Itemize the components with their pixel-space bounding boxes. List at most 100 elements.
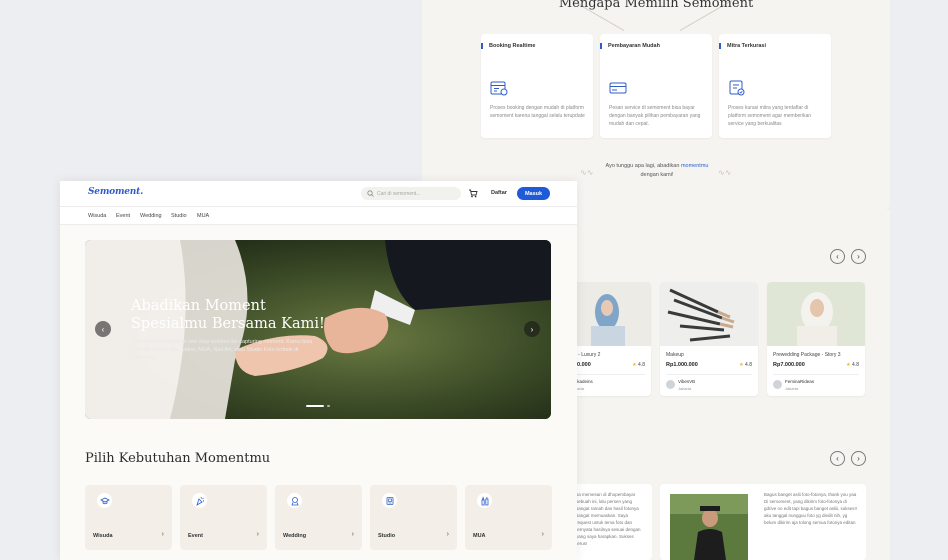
why-card-title: Mitra Terkurasi: [719, 43, 766, 49]
product-rating: ★ 4.8: [846, 362, 859, 368]
product-image: [660, 282, 758, 346]
cta-prefix: Ayo tunggu apa lagi, abadikan: [605, 163, 681, 169]
products-next-button[interactable]: ›: [851, 249, 866, 264]
testimonial-photo: [670, 494, 748, 560]
chevron-right-icon: ›: [256, 531, 259, 538]
category-card-event[interactable]: Event ›: [180, 485, 267, 550]
why-card-desc: Proses booking dengan mudah di platform …: [490, 105, 585, 119]
avatar: [773, 380, 782, 389]
why-card-desc: Proses kurasi mitra yang terdaftar di pl…: [728, 105, 812, 127]
vendor-location: Jakarta: [785, 386, 799, 391]
category-label: Event: [188, 533, 203, 539]
product-name: Prewedding Package - Story 3: [773, 352, 841, 358]
product-price: Rp7.000.000: [773, 362, 805, 368]
product-price: Rp1.000.000: [666, 362, 698, 368]
chevron-right-icon: ›: [857, 252, 860, 261]
nav-item-event[interactable]: Event: [116, 213, 130, 219]
vendor-name: VibesVB: [678, 379, 696, 384]
calendar-icon: [490, 81, 508, 96]
why-card-payment: Pembayaran Mudah Pesan service di semome…: [600, 34, 712, 138]
category-card-wedding[interactable]: Wedding ›: [275, 485, 362, 550]
chevron-right-icon: ›: [161, 531, 164, 538]
search-input[interactable]: Cari di semoment...: [361, 187, 461, 200]
category-nav: Wisuda Event Wedding Studio MUA: [60, 207, 577, 225]
category-card-studio[interactable]: Studio ›: [370, 485, 457, 550]
chevron-right-icon: ›: [351, 531, 354, 538]
hero-next-button[interactable]: ›: [524, 321, 540, 337]
verified-icon: [729, 80, 745, 96]
chevron-right-icon: ›: [857, 454, 860, 463]
cart-icon[interactable]: [468, 188, 478, 198]
product-card[interactable]: Makeup Rp1.000.000 ★ 4.8 VibesVB Jakarta: [660, 282, 758, 396]
wave-decor: ∿∿: [718, 168, 732, 177]
product-image: [767, 282, 865, 346]
why-section: Mengapa Memilih Semoment Booking Realtim…: [422, 0, 890, 210]
carousel-dot-active[interactable]: [306, 405, 324, 407]
vendor-location: Jakarta: [678, 386, 692, 391]
testimonial-text: Bagus banget aslii foto-fotonya, thank y…: [764, 492, 858, 525]
why-card-title: Pembayaran Mudah: [600, 43, 660, 49]
category-label: MUA: [473, 533, 486, 539]
avatar: [666, 380, 675, 389]
testimonial-card: Bagus banget aslii foto-fotonya, thank y…: [660, 484, 866, 560]
product-rating: ★ 4.8: [739, 362, 752, 368]
hero-title-line1: Abadikan Moment: [131, 298, 266, 314]
star-icon: ★: [846, 362, 851, 368]
login-button[interactable]: Masuk: [517, 187, 550, 200]
product-rating: ★ 4.8: [632, 362, 645, 368]
category-card-mua[interactable]: MUA ›: [465, 485, 552, 550]
hero-banner: Abadikan Moment Spesialmu Bersama Kami! …: [85, 240, 551, 419]
chevron-left-icon: ‹: [101, 324, 105, 334]
nav-item-mua[interactable]: MUA: [197, 213, 209, 219]
cta-text: Ayo tunggu apa lagi, abadikan momentmu d…: [572, 162, 742, 180]
testimonials-next-button[interactable]: ›: [851, 451, 866, 466]
divider: [666, 374, 752, 375]
category-label: Wedding: [283, 533, 307, 539]
rings-icon: [287, 493, 302, 508]
carousel-dot[interactable]: [327, 405, 330, 407]
register-link[interactable]: Daftar: [491, 190, 507, 196]
star-icon: ★: [739, 362, 744, 368]
nav-item-wisuda[interactable]: Wisuda: [88, 213, 106, 219]
testimonial-text: sa memesan di dhopembayar sebuah ini, la…: [576, 492, 641, 546]
why-title: Mengapa Memilih Semoment: [558, 0, 754, 11]
divider: [773, 374, 859, 375]
camera-icon: [382, 493, 397, 508]
nav-item-wedding[interactable]: Wedding: [140, 213, 162, 219]
why-card-booking: Booking Realtime Proses booking dengan m…: [481, 34, 593, 138]
rating-value: 4.8: [852, 362, 859, 368]
chevron-right-icon: ›: [541, 531, 544, 538]
why-card-verified: Mitra Terkurasi Proses kurasi mitra yang…: [719, 34, 831, 138]
makeup-icon: [477, 493, 492, 508]
cta-highlight: momentmu: [680, 163, 709, 169]
graduation-icon: [97, 493, 112, 508]
hero-title: Abadikan Moment Spesialmu Bersama Kami!: [131, 297, 325, 333]
payment-icon: [609, 82, 627, 94]
vendor-name: FeminaRideas: [785, 379, 815, 384]
chevron-left-icon: ‹: [836, 454, 839, 463]
chevron-right-icon: ›: [530, 324, 534, 334]
why-card-desc: Pesan service di semoment bisa bayar den…: [609, 105, 701, 127]
search-icon: [367, 190, 374, 197]
cta-suffix: dengan kami!: [640, 172, 674, 178]
hero-title-line2: Spesialmu Bersama Kami!: [131, 316, 325, 332]
nav-item-studio[interactable]: Studio: [171, 213, 187, 219]
rating-value: 4.8: [745, 362, 752, 368]
section-title: Pilih Kebutuhan Momentmu: [85, 451, 271, 466]
carousel-dots: [306, 405, 330, 407]
logo[interactable]: Semoment.: [88, 187, 143, 197]
homepage-window: Semoment. Cari di semoment... Daftar Mas…: [60, 181, 577, 560]
chevron-right-icon: ›: [446, 531, 449, 538]
chevron-left-icon: ‹: [836, 252, 839, 261]
search-placeholder: Cari di semoment...: [377, 190, 421, 197]
rating-value: 4.8: [638, 362, 645, 368]
hero-prev-button[interactable]: ‹: [95, 321, 111, 337]
products-prev-button[interactable]: ‹: [830, 249, 845, 264]
category-label: Wisuda: [93, 533, 113, 539]
category-card-wisuda[interactable]: Wisuda ›: [85, 485, 172, 550]
star-icon: ★: [632, 362, 637, 368]
product-card[interactable]: Prewedding Package - Story 3 Rp7.000.000…: [767, 282, 865, 396]
testimonials-prev-button[interactable]: ‹: [830, 451, 845, 466]
category-label: Studio: [378, 533, 396, 539]
why-card-title: Booking Realtime: [481, 43, 535, 49]
